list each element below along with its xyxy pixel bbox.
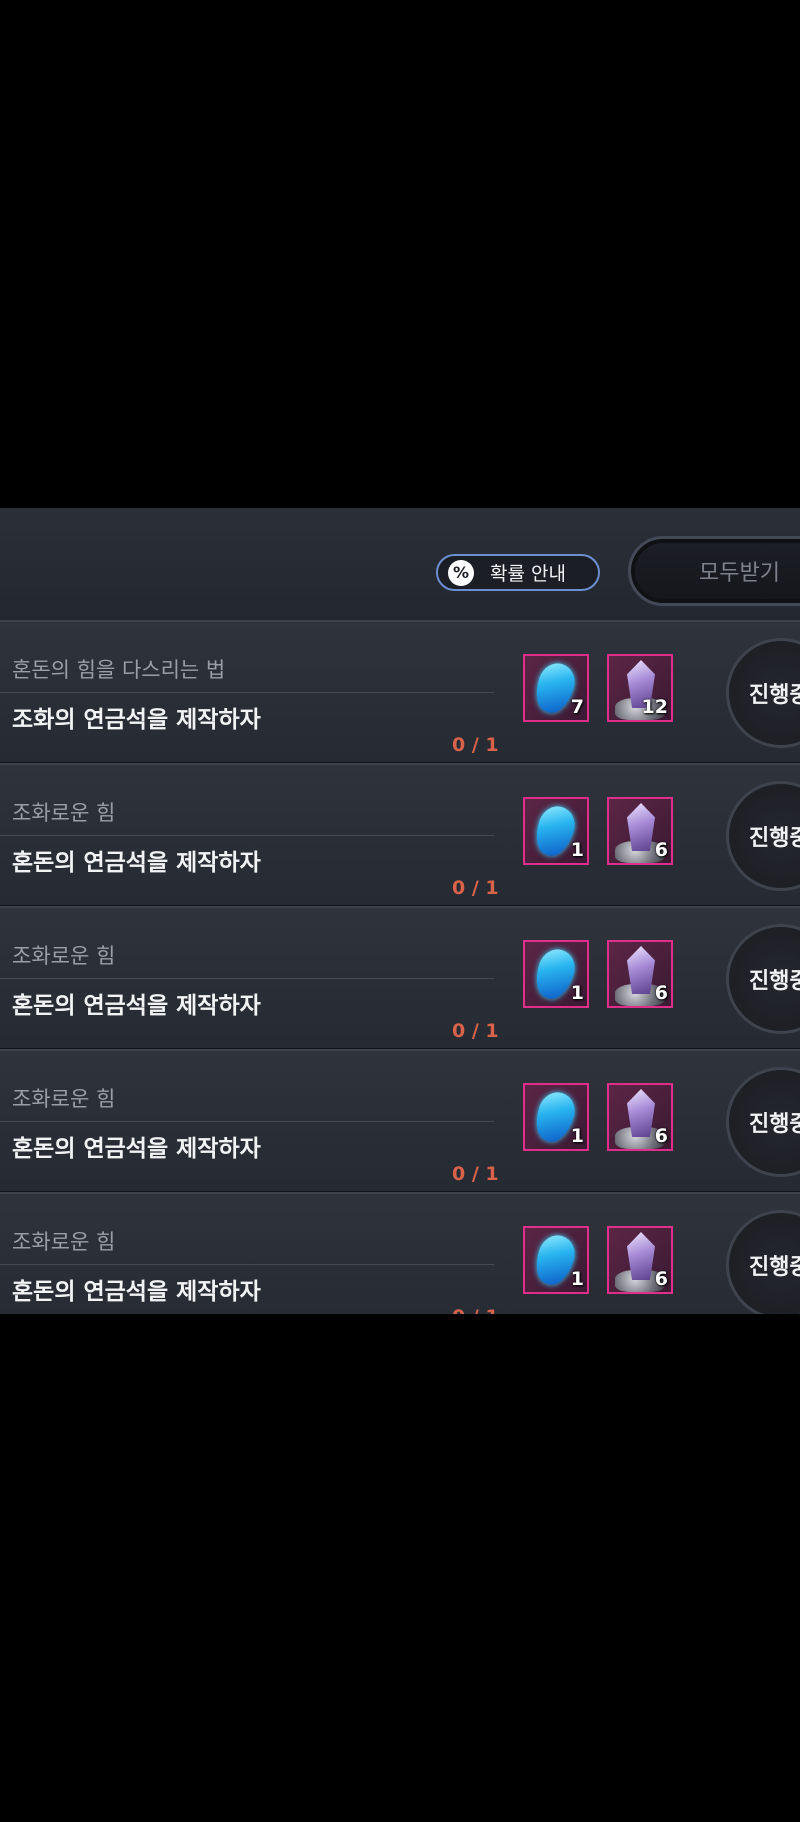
purple-crystal-icon (627, 1232, 655, 1280)
quest-status-button[interactable]: 진행중 (726, 924, 800, 1034)
quest-status-button[interactable]: 진행중 (726, 1210, 800, 1314)
reward-slot[interactable]: 6 (607, 797, 673, 865)
reward-count: 1 (570, 982, 584, 1004)
reward-slot[interactable]: 6 (607, 1226, 673, 1294)
reward-slot[interactable]: 1 (523, 797, 589, 865)
divider (0, 692, 494, 693)
reward-count: 6 (654, 982, 668, 1004)
quest-title: 혼돈의 연금석을 제작하자 (12, 850, 261, 876)
quest-row: 조화로운 힘 혼돈의 연금석을 제작하자 0 / 1 1 6 진행중 (0, 1192, 800, 1314)
quest-row: 조화로운 힘 혼돈의 연금석을 제작하자 0 / 1 1 6 진행중 (0, 906, 800, 1051)
purple-crystal-icon (627, 803, 655, 851)
reward-slot[interactable]: 7 (523, 654, 589, 722)
quest-subtitle: 조화로운 힘 (12, 944, 116, 968)
reward-count: 1 (570, 1268, 584, 1290)
quest-title: 혼돈의 연금석을 제작하자 (12, 1279, 261, 1305)
panel-header: % 확률 안내 모두받기 (0, 508, 800, 620)
quest-title: 조화의 연금석을 제작하자 (12, 707, 261, 733)
quest-panel: % 확률 안내 모두받기 혼돈의 힘을 다스리는 법 조화의 연금석을 제작하자… (0, 508, 800, 1314)
quest-row: 조화로운 힘 혼돈의 연금석을 제작하자 0 / 1 1 6 진행중 (0, 763, 800, 908)
reward-count: 1 (570, 1125, 584, 1147)
reward-slot[interactable]: 1 (523, 1226, 589, 1294)
quest-progress: 0 / 1 (452, 734, 499, 756)
percent-icon: % (448, 559, 474, 586)
quest-subtitle: 조화로운 힘 (12, 801, 116, 825)
reward-count: 6 (654, 1268, 668, 1290)
quest-subtitle: 조화로운 힘 (12, 1230, 116, 1254)
probability-info-label: 확률 안내 (490, 563, 566, 585)
quest-subtitle: 혼돈의 힘을 다스리는 법 (12, 658, 226, 682)
reward-count: 7 (570, 696, 584, 718)
quest-status-label: 진행중 (749, 1112, 800, 1137)
reward-count: 1 (570, 839, 584, 861)
quest-subtitle: 조화로운 힘 (12, 1087, 116, 1111)
divider (0, 978, 494, 979)
quest-status-label: 진행중 (749, 969, 800, 994)
quest-row: 혼돈의 힘을 다스리는 법 조화의 연금석을 제작하자 0 / 1 7 12 진… (0, 620, 800, 765)
divider (0, 835, 494, 836)
quest-status-label: 진행중 (749, 683, 800, 708)
reward-count: 12 (641, 696, 668, 718)
quest-progress: 0 / 1 (452, 877, 499, 899)
reward-slot[interactable]: 12 (607, 654, 673, 722)
quest-progress: 0 / 1 (452, 1020, 499, 1042)
reward-slot[interactable]: 1 (523, 1083, 589, 1151)
claim-all-label: 모두받기 (699, 561, 780, 586)
probability-info-button[interactable]: % 확률 안내 (436, 554, 600, 591)
quest-progress: 0 / 1 (452, 1306, 499, 1314)
quest-status-label: 진행중 (749, 1255, 800, 1280)
quest-row: 조화로운 힘 혼돈의 연금석을 제작하자 0 / 1 1 6 진행중 (0, 1049, 800, 1194)
reward-slot[interactable]: 1 (523, 940, 589, 1008)
quest-status-button[interactable]: 진행중 (726, 781, 800, 891)
quest-status-button[interactable]: 진행중 (726, 638, 800, 748)
claim-all-button[interactable]: 모두받기 (628, 536, 800, 606)
reward-count: 6 (654, 839, 668, 861)
quest-progress: 0 / 1 (452, 1163, 499, 1185)
divider (0, 1264, 494, 1265)
reward-count: 6 (654, 1125, 668, 1147)
quest-list[interactable]: 혼돈의 힘을 다스리는 법 조화의 연금석을 제작하자 0 / 1 7 12 진… (0, 620, 800, 1314)
quest-title: 혼돈의 연금석을 제작하자 (12, 1136, 261, 1162)
purple-crystal-icon (627, 946, 655, 994)
quest-status-button[interactable]: 진행중 (726, 1067, 800, 1177)
purple-crystal-icon (627, 1089, 655, 1137)
quest-title: 혼돈의 연금석을 제작하자 (12, 993, 261, 1019)
reward-slot[interactable]: 6 (607, 940, 673, 1008)
quest-status-label: 진행중 (749, 826, 800, 851)
reward-slot[interactable]: 6 (607, 1083, 673, 1151)
divider (0, 1121, 494, 1122)
